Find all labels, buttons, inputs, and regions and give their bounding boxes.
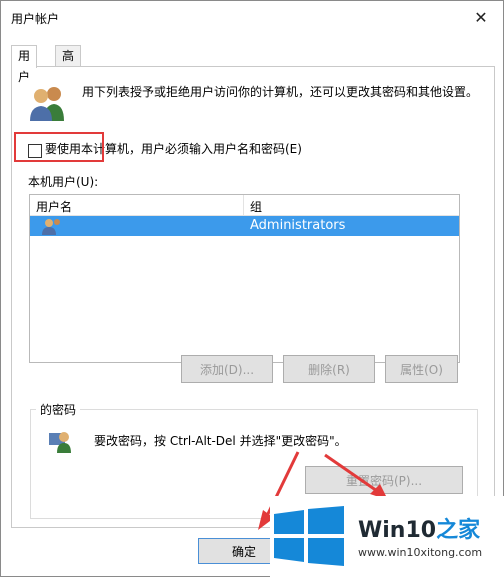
watermark-brand-prefix: Win10 xyxy=(358,518,437,543)
windows-logo-icon xyxy=(274,506,344,566)
watermark-brand: Win10之家 xyxy=(358,512,480,544)
watermark-logo: Win10之家 www.win10xitong.com xyxy=(270,496,504,577)
annotation-arrows xyxy=(258,451,388,530)
tab-users[interactable]: 用户 xyxy=(11,45,38,84)
watermark-url: www.win10xitong.com xyxy=(358,546,483,559)
watermark-brand-suffix: 之家 xyxy=(436,518,481,543)
